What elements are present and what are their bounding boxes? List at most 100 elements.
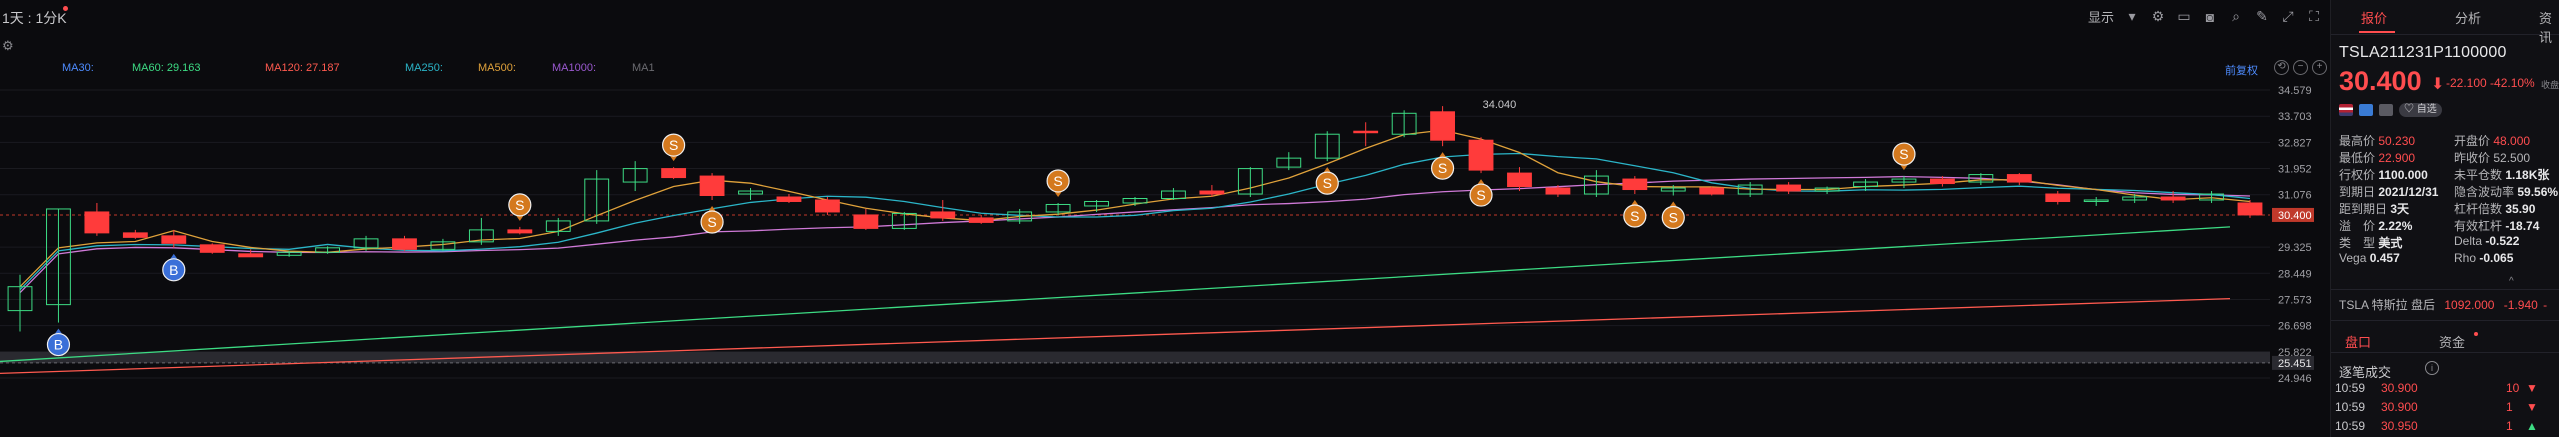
trade-price: 30.900 bbox=[2381, 381, 2418, 395]
chevron-down-icon[interactable]: ▾ bbox=[2124, 8, 2140, 25]
candle-body bbox=[1545, 187, 1571, 195]
info-icon[interactable]: i bbox=[2425, 361, 2439, 375]
ma-purple-line bbox=[19, 175, 2251, 294]
stats-row: Vega 0.457 Rho -0.065 bbox=[2339, 251, 2557, 268]
fullscreen-icon[interactable]: ⛶ bbox=[2306, 8, 2322, 25]
stat-label: Vega bbox=[2339, 251, 2367, 265]
stats-row: 最低价 22.900 昨收价 52.500 bbox=[2339, 149, 2557, 166]
price-axis-label: 30.400 bbox=[2278, 210, 2312, 222]
underlying-quote[interactable]: TSLA 特斯拉 盘后 1092.000 -1.940 - bbox=[2339, 296, 2557, 313]
stat-label: 距到期日 bbox=[2339, 202, 2388, 216]
candle-body bbox=[1507, 172, 1532, 188]
candle-body bbox=[1430, 111, 1456, 141]
marker-label: B bbox=[54, 337, 63, 353]
period-selector[interactable]: 1天 : 1分K bbox=[2, 8, 67, 28]
trade-direction-icon: ▲ bbox=[2526, 419, 2538, 433]
expand-icon[interactable]: ⤢ bbox=[2280, 8, 2296, 25]
ma-legend-item: MA1 bbox=[632, 62, 655, 74]
stat-value: 35.90 bbox=[2505, 202, 2536, 216]
chart-area[interactable]: B B S S S S S S S S S S 34.040 34.579 33.703 32.827 31.9… bbox=[0, 0, 2330, 437]
price-axis-label: 34.579 bbox=[2278, 85, 2312, 97]
stat-value: 50.230 bbox=[2378, 134, 2416, 148]
stat-value: 22.900 bbox=[2378, 151, 2416, 165]
trade-time: 10:59 bbox=[2335, 400, 2366, 414]
adjust-price-toggle[interactable]: 前复权 bbox=[2225, 62, 2258, 78]
underlying-change-pct: - bbox=[2543, 298, 2548, 312]
candle-body bbox=[930, 211, 956, 219]
stat-value: 3天 bbox=[2390, 202, 2410, 216]
stat-value: -18.74 bbox=[2505, 219, 2540, 233]
sell-marker[interactable]: S bbox=[662, 133, 686, 162]
trade-price: 30.900 bbox=[2381, 400, 2418, 414]
zoom-in-icon[interactable]: + bbox=[2312, 60, 2327, 75]
volume-band bbox=[0, 351, 2270, 363]
history-icon[interactable]: ⟲ bbox=[2274, 60, 2289, 75]
candle-body bbox=[776, 196, 802, 202]
stat-label: 杠杆倍数 bbox=[2454, 202, 2503, 216]
camera-icon[interactable]: ◙ bbox=[2202, 9, 2218, 25]
tab-quote[interactable]: 报价 bbox=[2361, 8, 2387, 27]
sell-marker[interactable]: S bbox=[1892, 142, 1916, 171]
candle-body bbox=[1699, 187, 1725, 195]
price-axis-label: 32.827 bbox=[2278, 137, 2312, 149]
add-favorite-button[interactable]: ♡ 自选 bbox=[2399, 103, 2442, 117]
stat-label: 开盘价 bbox=[2454, 134, 2491, 148]
sell-marker[interactable]: S bbox=[508, 193, 532, 221]
stat-value: 1.18K张 bbox=[2505, 168, 2550, 182]
ma-cyan-line bbox=[19, 152, 2251, 291]
draw-icon[interactable]: ✎ bbox=[2254, 8, 2270, 25]
candle-body bbox=[699, 175, 725, 197]
marker-label: S bbox=[669, 137, 678, 153]
stat-value: 59.56% bbox=[2517, 185, 2559, 199]
buy-marker[interactable]: B bbox=[46, 328, 71, 357]
underlying-price: 1092.000 bbox=[2444, 298, 2495, 312]
ma-legend-item: MA60: 29.163 bbox=[132, 62, 201, 74]
info-icon bbox=[2379, 104, 2393, 116]
ma-legend-item: MA500: bbox=[478, 62, 516, 74]
high-price-label: 34.040 bbox=[1483, 99, 1517, 111]
stats-row: 行权价 1100.000 未平仓数 1.18K张 bbox=[2339, 166, 2557, 183]
panel-tabs: 报价 分析 资讯 bbox=[2331, 0, 2559, 45]
price-axis-label: 26.698 bbox=[2278, 321, 2312, 333]
zoom-out-icon[interactable]: − bbox=[2293, 60, 2308, 75]
candle-body bbox=[661, 168, 687, 179]
stats-row: 最高价 50.230 开盘价 48.000 bbox=[2339, 132, 2557, 149]
sell-marker[interactable]: S bbox=[1046, 169, 1070, 197]
display-menu[interactable]: 显示 bbox=[2088, 7, 2114, 26]
candle-body bbox=[161, 235, 187, 244]
buy-marker[interactable]: B bbox=[162, 253, 186, 282]
ma-legend-item: MA1000: bbox=[552, 62, 597, 74]
tab-news[interactable]: 资讯 bbox=[2539, 8, 2559, 46]
candle-body bbox=[2045, 193, 2071, 202]
stat-label: Delta bbox=[2454, 234, 2483, 248]
layout-icon[interactable]: ▭ bbox=[2176, 8, 2192, 25]
tab-orderbook[interactable]: 盘口 bbox=[2345, 332, 2371, 351]
tab-capital[interactable]: 资金 bbox=[2439, 332, 2465, 351]
us-flag-icon bbox=[2339, 104, 2353, 116]
settings-icon[interactable]: ⚙ bbox=[2150, 8, 2166, 25]
ma-legend-item: MA30: bbox=[62, 62, 94, 74]
trade-row: 10:59 30.950 1 ▲ bbox=[2331, 419, 2559, 437]
price-axis-label: 33.703 bbox=[2278, 111, 2312, 123]
chart-toolbar: 1天 : 1分K 显示 ▾ ⚙ ▭ ◙ ⌕ ✎ ⤢ ⛶ bbox=[0, 0, 2330, 34]
tab-analysis[interactable]: 分析 bbox=[2455, 8, 2481, 27]
divider bbox=[2331, 289, 2559, 290]
trade-qty: 1 bbox=[2506, 400, 2513, 414]
trade-time: 10:59 bbox=[2335, 381, 2366, 395]
stats-row: 类 型 美式 Delta -0.522 bbox=[2339, 234, 2557, 251]
chart-tools: 显示 ▾ ⚙ ▭ ◙ ⌕ ✎ ⤢ ⛶ bbox=[2088, 7, 2322, 26]
sell-marker[interactable]: S bbox=[1623, 200, 1647, 228]
sell-marker[interactable]: S bbox=[1469, 179, 1493, 207]
sell-marker[interactable]: S bbox=[1315, 167, 1339, 195]
trade-row: 10:59 30.900 10 ▼ bbox=[2331, 381, 2559, 399]
sell-marker[interactable]: S bbox=[1661, 201, 1685, 230]
candle-body bbox=[199, 244, 225, 253]
market-flags: ♡ 自选 bbox=[2339, 103, 2442, 117]
marker-label: B bbox=[169, 262, 178, 278]
trade-qty: 10 bbox=[2506, 381, 2520, 395]
collapse-caret-icon[interactable]: ^ bbox=[2509, 276, 2514, 287]
indicator-settings-icon[interactable]: ⚙ bbox=[2, 38, 14, 54]
pin-icon[interactable]: ⌕ bbox=[2228, 8, 2244, 25]
candle-body bbox=[2237, 202, 2263, 216]
stat-value: 1100.000 bbox=[2378, 168, 2428, 182]
